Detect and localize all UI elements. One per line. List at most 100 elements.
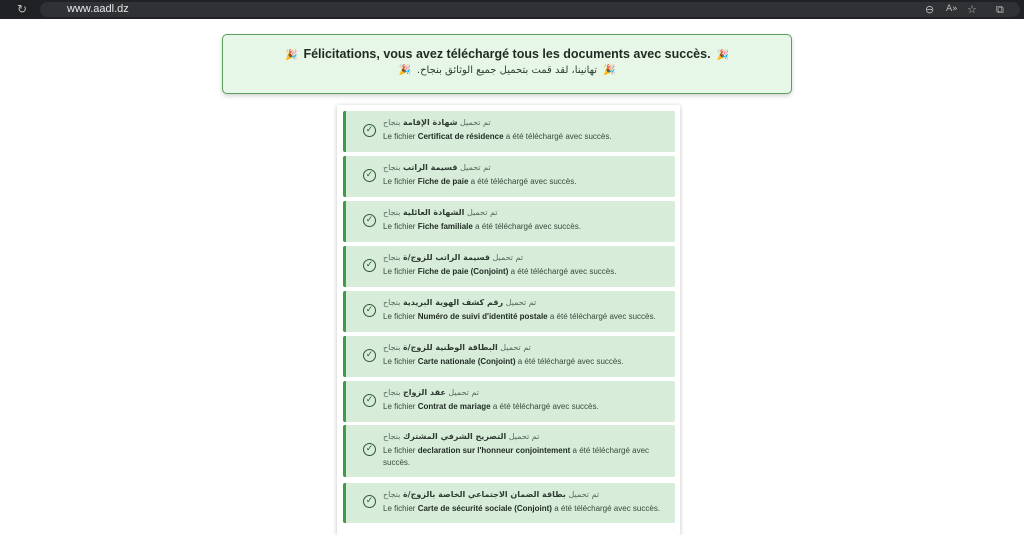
check-circle-icon: ✓ — [363, 443, 376, 456]
upload-status-item: ✓ تم تحميل الشهادة العائلية بنجاح Le fichi… — [343, 201, 675, 242]
party-icon: 🎉 — [603, 65, 616, 76]
status-text-ar: تم تحميل البطاقة الوطنية للزوج/ة بنجاح — [383, 343, 531, 352]
fr-suffix: a été téléchargé avec succès. — [505, 132, 612, 141]
fr-prefix: Le fichier — [383, 267, 416, 276]
upload-status-item: ✓ تم تحميل عقد الزواج بنجاح Le fichier Con… — [343, 381, 675, 422]
address-bar[interactable] — [40, 2, 1020, 17]
document-name-fr: Fiche familiale — [417, 222, 473, 231]
fr-suffix: a été téléchargé avec succès. — [554, 504, 661, 513]
check-circle-icon: ✓ — [363, 124, 376, 137]
ar-prefix: تم تحميل — [492, 253, 524, 262]
party-icon: 🎉 — [284, 50, 298, 61]
fr-prefix: Le fichier — [383, 177, 416, 186]
document-name-fr: Numéro de suivi d'identité postale — [417, 312, 548, 321]
fr-prefix: Le fichier — [383, 504, 416, 513]
document-name-fr: Fiche de paie — [417, 177, 469, 186]
ar-suffix: بنجاح — [383, 163, 401, 172]
fr-suffix: a été téléchargé avec succès. — [517, 357, 624, 366]
document-name-ar: التصريح الشرفي المشترك — [402, 432, 507, 441]
document-name-fr: Contrat de mariage — [417, 402, 491, 411]
ar-prefix: تم تحميل — [505, 298, 537, 307]
fr-suffix: a été téléchargé avec succès. — [549, 312, 656, 321]
upload-status-item: ✓ تم تحميل البطاقة الوطنية للزوج/ة بنجاح L… — [343, 336, 675, 377]
check-circle-icon: ✓ — [363, 214, 376, 227]
upload-status-item: ✓ تم تحميل شهادة الإقامة بنجاح Le fichier … — [343, 111, 675, 152]
fr-suffix: a été téléchargé avec succès. — [510, 267, 617, 276]
check-circle-icon: ✓ — [363, 259, 376, 272]
status-text-fr: Le fichier Numéro de suivi d'identité po… — [383, 311, 668, 323]
status-text-ar: تم تحميل التصريح الشرفي المشترك بنجاح — [383, 432, 539, 441]
check-circle-icon: ✓ — [363, 169, 376, 182]
upload-status-item: ✓ تم تحميل بطاقة الضمان الاجتماعي الخاصة … — [343, 483, 675, 523]
ar-prefix: تم تحميل — [466, 208, 498, 217]
document-name-ar: الشهادة العائلية — [402, 208, 465, 217]
ar-prefix: تم تحميل — [508, 432, 540, 441]
ar-prefix: تم تحميل — [448, 388, 479, 397]
fr-suffix: a été téléchargé avec succès. — [470, 177, 577, 186]
fr-prefix: Le fichier — [383, 402, 416, 411]
banner-text-fr: Félicitations, vous avez téléchargé tous… — [303, 47, 711, 61]
ar-suffix: بنجاح — [383, 298, 401, 307]
ar-suffix: بنجاح — [383, 118, 401, 127]
ar-suffix: بنجاح — [383, 432, 401, 441]
fr-prefix: Le fichier — [383, 132, 416, 141]
browser-toolbar: ↻ www.aadl.dz ⊖ A» ☆ ⧉ — [0, 0, 1024, 19]
status-text-fr: Le fichier declaration sur l'honneur con… — [383, 445, 668, 469]
ar-suffix: بنجاح — [383, 208, 401, 217]
upload-status-item: ✓ تم تحميل قسيمة الراتب للزوج/ة بنجاح Le f… — [343, 246, 675, 287]
document-name-fr: Carte nationale (Conjoint) — [417, 357, 516, 366]
extensions-icon[interactable]: ⧉ — [996, 0, 1004, 19]
party-icon: 🎉 — [716, 50, 730, 61]
fr-suffix: a été téléchargé avec succès. — [475, 222, 581, 231]
ar-suffix: بنجاح — [383, 388, 401, 397]
document-name-fr: Certificat de résidence — [417, 132, 504, 141]
upload-status-item: ✓ تم تحميل التصريح الشرفي المشترك بنجاح Le… — [343, 425, 675, 477]
fr-prefix: Le fichier — [383, 446, 416, 455]
read-aloud-icon[interactable]: A» — [946, 0, 958, 19]
success-banner: 🎉 Félicitations, vous avez téléchargé tou… — [222, 34, 792, 94]
banner-message-ar: 🎉 تهانينا، لقد قمت بتحميل جميع الوثائق بن… — [223, 65, 791, 76]
fr-prefix: Le fichier — [383, 222, 416, 231]
url-text[interactable]: www.aadl.dz — [67, 0, 129, 19]
ar-prefix: تم تحميل — [568, 490, 600, 499]
check-circle-icon: ✓ — [363, 394, 376, 407]
status-text-ar: تم تحميل قسيمة الراتب للزوج/ة بنجاح — [383, 253, 523, 262]
document-name-ar: رقم كشف الهوية البريدية — [402, 298, 504, 307]
status-text-fr: Le fichier Contrat de mariage a été télé… — [383, 401, 668, 413]
check-circle-icon: ✓ — [363, 349, 376, 362]
fr-prefix: Le fichier — [383, 312, 416, 321]
status-text-fr: Le fichier Carte de sécurité sociale (Co… — [383, 503, 668, 515]
check-circle-icon: ✓ — [363, 304, 376, 317]
upload-status-item: ✓ تم تحميل قسيمة الراتب بنجاح Le fichier F… — [343, 156, 675, 197]
document-name-ar: بطاقة الضمان الاجتماعي الخاصة بالزوج/ة — [402, 490, 566, 499]
document-name-ar: قسيمة الراتب للزوج/ة — [402, 253, 490, 262]
ar-suffix: بنجاح — [383, 343, 401, 352]
ar-prefix: تم تحميل — [500, 343, 531, 352]
document-name-fr: Carte de sécurité sociale (Conjoint) — [417, 504, 552, 513]
status-text-ar: تم تحميل رقم كشف الهوية البريدية بنجاح — [383, 298, 536, 307]
party-icon: 🎉 — [398, 65, 411, 76]
status-text-ar: تم تحميل عقد الزواج بنجاح — [383, 388, 479, 397]
bookmark-star-icon[interactable]: ☆ — [967, 0, 977, 19]
fr-prefix: Le fichier — [383, 357, 416, 366]
reload-icon[interactable]: ↻ — [17, 0, 27, 19]
fr-suffix: a été téléchargé avec succès. — [492, 402, 599, 411]
upload-status-list: ✓ تم تحميل شهادة الإقامة بنجاح Le fichier … — [337, 105, 680, 535]
status-text-fr: Le fichier Fiche de paie a été télécharg… — [383, 176, 668, 188]
banner-text-ar: تهانينا، لقد قمت بتحميل جميع الوثائق بنج… — [416, 65, 598, 76]
ar-suffix: بنجاح — [383, 490, 401, 499]
document-name-ar: شهادة الإقامة — [402, 118, 458, 127]
status-text-ar: تم تحميل بطاقة الضمان الاجتماعي الخاصة ب… — [383, 490, 599, 499]
check-circle-icon: ✓ — [363, 495, 376, 508]
status-text-fr: Le fichier Carte nationale (Conjoint) a … — [383, 356, 668, 368]
status-text-ar: تم تحميل قسيمة الراتب بنجاح — [383, 163, 491, 172]
status-text-ar: تم تحميل شهادة الإقامة بنجاح — [383, 118, 491, 127]
document-name-fr: declaration sur l'honneur conjointement — [417, 446, 571, 455]
document-name-ar: البطاقة الوطنية للزوج/ة — [402, 343, 498, 352]
document-name-ar: عقد الزواج — [402, 388, 446, 397]
status-text-fr: Le fichier Fiche de paie (Conjoint) a ét… — [383, 266, 668, 278]
ar-prefix: تم تحميل — [460, 163, 491, 172]
document-name-fr: Fiche de paie (Conjoint) — [417, 267, 509, 276]
zoom-icon[interactable]: ⊖ — [925, 0, 934, 19]
document-name-ar: قسيمة الراتب — [402, 163, 458, 172]
